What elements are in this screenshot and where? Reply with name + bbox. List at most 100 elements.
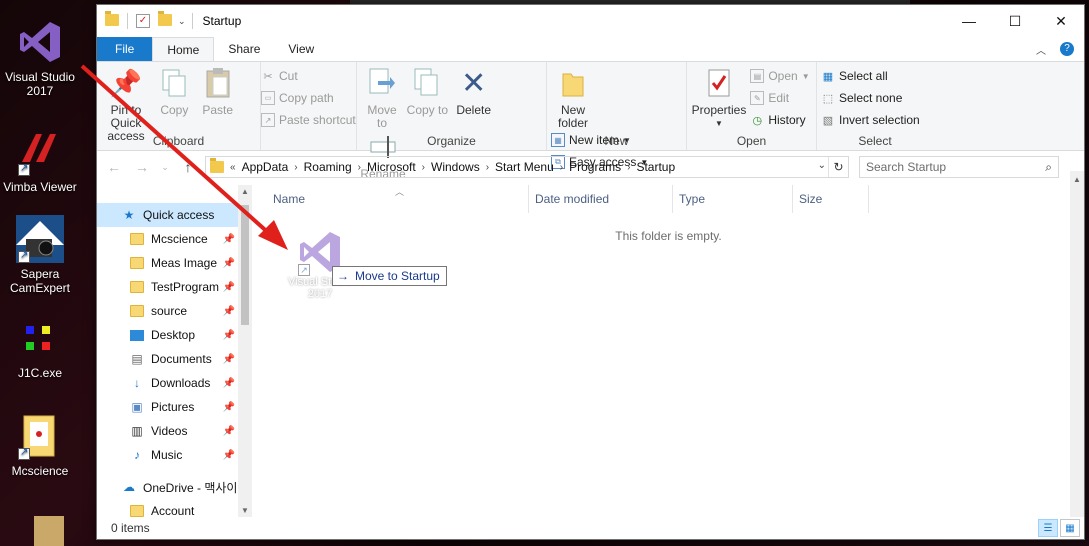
properties-button[interactable]: Properties ▼ bbox=[691, 66, 747, 130]
minimize-button[interactable]: — bbox=[946, 5, 992, 37]
copy-button[interactable]: Copy bbox=[154, 66, 194, 117]
details-view-button[interactable]: ☰ bbox=[1038, 519, 1058, 537]
navpane-scrollbar[interactable]: ▲ ▼ bbox=[238, 185, 252, 517]
scroll-up-icon[interactable]: ▲ bbox=[1073, 175, 1081, 184]
copy-icon bbox=[159, 66, 189, 100]
desktop-icon-partial[interactable] bbox=[0, 512, 80, 546]
quick-access-dropdown-icon[interactable]: ⌄ bbox=[178, 16, 186, 27]
nav-item-source[interactable]: source 📌 bbox=[97, 299, 239, 323]
close-button[interactable]: ✕ bbox=[1038, 5, 1084, 37]
nav-item-downloads[interactable]: ↓ Downloads 📌 bbox=[97, 371, 239, 395]
edit-button[interactable]: ✎ Edit bbox=[750, 90, 809, 106]
divider bbox=[127, 13, 128, 29]
maximize-button[interactable]: ☐ bbox=[992, 5, 1038, 37]
help-icon[interactable]: ? bbox=[1060, 42, 1074, 56]
folder-icon bbox=[129, 304, 145, 318]
column-header-size[interactable]: Size bbox=[793, 185, 869, 213]
tab-view[interactable]: View bbox=[274, 37, 328, 61]
recent-locations-icon[interactable]: ⌄ bbox=[159, 162, 171, 173]
search-icon: ⌕ bbox=[1045, 159, 1052, 174]
cut-button[interactable]: ✂ Cut bbox=[261, 68, 356, 84]
breadcrumb-start-menu[interactable]: Start Menu bbox=[489, 160, 560, 174]
cut-label: Cut bbox=[279, 69, 298, 83]
edit-icon: ✎ bbox=[750, 91, 765, 105]
collapse-ribbon-icon[interactable]: ︿ bbox=[1036, 42, 1046, 57]
nav-item-documents[interactable]: ▤ Documents 📌 bbox=[97, 347, 239, 371]
nav-quick-access[interactable]: ★ Quick access bbox=[97, 203, 239, 227]
nav-item-mcscience[interactable]: Mcscience 📌 bbox=[97, 227, 239, 251]
desktop-icon-sapera-camexpert[interactable]: Sapera CamExpert bbox=[0, 215, 80, 295]
history-button[interactable]: ◷ History bbox=[750, 112, 809, 128]
properties-check-icon[interactable]: ✓ bbox=[136, 14, 150, 28]
new-folder-button[interactable]: New folder bbox=[551, 66, 595, 130]
scrollbar-thumb[interactable] bbox=[241, 205, 249, 325]
nav-item-testprogram[interactable]: TestProgram 📌 bbox=[97, 275, 239, 299]
tab-home[interactable]: Home bbox=[152, 37, 215, 61]
pin-icon: 📌 bbox=[222, 281, 235, 293]
ribbon-group-open: Properties ▼ ▤ Open ▼ ✎ Edit ◷ History Open bbox=[687, 62, 817, 150]
breadcrumb-startup[interactable]: Startup bbox=[630, 160, 681, 174]
nav-label: Desktop bbox=[151, 328, 196, 342]
move-to-button[interactable]: Move to bbox=[361, 66, 403, 130]
breadcrumb-appdata[interactable]: AppData bbox=[236, 160, 295, 174]
tab-share[interactable]: Share bbox=[214, 37, 274, 61]
select-all-label: Select all bbox=[839, 69, 888, 83]
forward-arrow-icon[interactable]: → bbox=[131, 159, 153, 175]
breadcrumb-windows[interactable]: Windows bbox=[425, 160, 486, 174]
copy-to-icon bbox=[412, 66, 442, 100]
invert-selection-label: Invert selection bbox=[839, 113, 920, 127]
refresh-icon[interactable]: ↻ bbox=[828, 157, 848, 177]
search-input[interactable]: Search Startup ⌕ bbox=[859, 156, 1059, 178]
nav-label: source bbox=[151, 304, 188, 318]
pin-quick-access-button[interactable]: 📌 Pin to Quick access bbox=[101, 66, 151, 143]
breadcrumb-microsoft[interactable]: Microsoft bbox=[361, 160, 422, 174]
tab-file[interactable]: File bbox=[97, 37, 153, 61]
column-header-type[interactable]: Type bbox=[673, 185, 793, 213]
details-view-icon: ☰ bbox=[1043, 522, 1053, 534]
large-icons-view-button[interactable]: ▦ bbox=[1060, 519, 1080, 537]
open-button[interactable]: ▤ Open ▼ bbox=[750, 68, 810, 84]
desktop-icon-vimba-viewer[interactable]: Vimba Viewer bbox=[0, 128, 80, 194]
nav-label: Music bbox=[151, 448, 183, 462]
nav-item-desktop[interactable]: Desktop 📌 bbox=[97, 323, 239, 347]
breadcrumb-programs[interactable]: Programs bbox=[563, 160, 627, 174]
nav-item-meas-image[interactable]: Meas Image 📌 bbox=[97, 251, 239, 275]
open-group-label: Open bbox=[736, 134, 767, 148]
copy-to-button[interactable]: Copy to bbox=[406, 66, 448, 117]
up-arrow-icon[interactable]: ↑ bbox=[177, 159, 199, 175]
delete-button[interactable]: ✕ Delete bbox=[452, 66, 496, 117]
file-explorer-window: ✓ ⌄ Startup — ☐ ✕ File Home Share View ︿… bbox=[96, 4, 1085, 540]
paste-button[interactable]: Paste bbox=[198, 66, 238, 117]
desktop-icon-j1c[interactable]: J1C.exe bbox=[0, 322, 80, 380]
address-bar[interactable]: « AppData › Roaming › Microsoft › Windows › … bbox=[205, 156, 849, 178]
desktop-icon-visual-studio[interactable]: Visual Studio 2017 bbox=[0, 18, 80, 98]
copy-path-button[interactable]: ▭ Copy path bbox=[261, 90, 356, 106]
nav-item-account[interactable]: Account bbox=[97, 499, 239, 517]
column-header-date-modified[interactable]: Date modified bbox=[529, 185, 673, 213]
desktop-icon-mcscience[interactable]: Mcscience bbox=[0, 412, 80, 478]
nav-item-videos[interactable]: ▥ Videos 📌 bbox=[97, 419, 239, 443]
nav-item-onedrive[interactable]: ☁ OneDrive - 맥사이 bbox=[97, 475, 239, 499]
select-none-button[interactable]: ⬚ Select none bbox=[821, 90, 920, 106]
breadcrumb-roaming[interactable]: Roaming bbox=[298, 160, 358, 174]
scroll-down-icon[interactable]: ▼ bbox=[241, 506, 249, 515]
sort-ascending-icon: ︿ bbox=[395, 187, 405, 197]
new-folder-icon[interactable] bbox=[158, 11, 172, 28]
column-header-name[interactable]: Name bbox=[253, 185, 529, 213]
nav-label: Downloads bbox=[151, 376, 211, 390]
clipboard-group-label: Clipboard bbox=[152, 134, 205, 148]
paste-shortcut-button[interactable]: ↗ Paste shortcut bbox=[261, 112, 356, 128]
nav-item-pictures[interactable]: ▣ Pictures 📌 bbox=[97, 395, 239, 419]
invert-selection-button[interactable]: ▧ Invert selection bbox=[821, 112, 920, 128]
right-edge-scrollbar[interactable]: ▲ bbox=[1070, 171, 1084, 517]
select-all-button[interactable]: ▦ Select all bbox=[821, 68, 920, 84]
back-arrow-icon[interactable]: ← bbox=[103, 159, 125, 175]
paste-shortcut-label: Paste shortcut bbox=[279, 113, 356, 127]
pin-icon: 📌 bbox=[222, 377, 235, 389]
scroll-up-icon[interactable]: ▲ bbox=[241, 187, 249, 196]
nav-item-music[interactable]: ♪ Music 📌 bbox=[97, 443, 239, 467]
file-list[interactable]: Name Date modified Type Size ︿ This fold… bbox=[253, 185, 1084, 517]
address-dropdown-icon[interactable]: ⌄ bbox=[818, 160, 826, 171]
ribbon-group-clipboard: 📌 Pin to Quick access Copy Paste Clipboa… bbox=[97, 62, 261, 150]
nav-label: Quick access bbox=[143, 208, 215, 222]
